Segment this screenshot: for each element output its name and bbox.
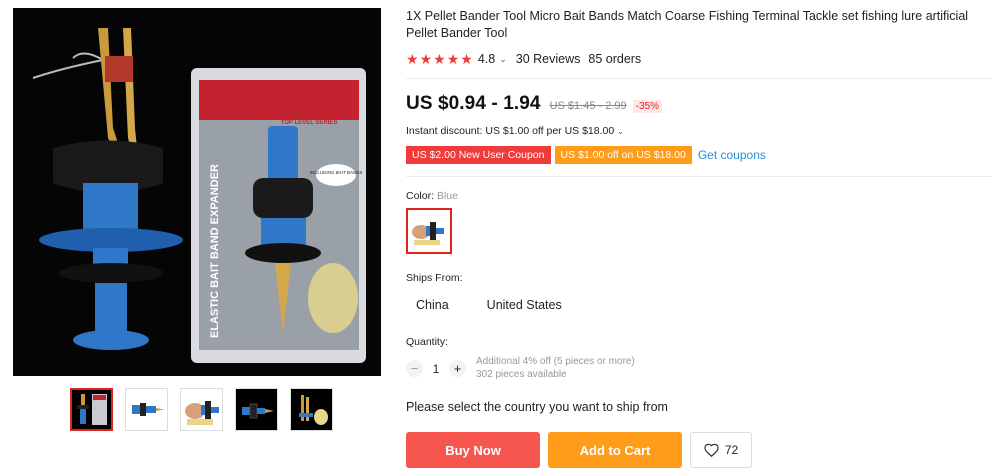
store-coupon[interactable]: US $1.00 off on US $18.00: [554, 146, 692, 164]
swatch-image: [412, 222, 444, 245]
rating-row: ★ ★ ★ ★ ★ 4.8 ⌄ 30 Reviews 85 orders: [406, 52, 992, 66]
star-icon: ★: [406, 51, 419, 67]
add-to-cart-button[interactable]: Add to Cart: [548, 432, 682, 468]
thumbnail-2[interactable]: [125, 388, 168, 431]
product-info: 1X Pellet Bander Tool Micro Bait Bands M…: [406, 8, 992, 468]
ship-option-united-states[interactable]: United States: [477, 298, 572, 312]
quantity-stepper: − 1 + Additional 4% off (5 pieces or mor…: [406, 356, 992, 381]
star-icon: ★: [460, 51, 473, 67]
divider: [406, 78, 992, 79]
thumbnail-5-image: [299, 395, 328, 425]
thumbnail-5[interactable]: [290, 388, 333, 431]
product-title: 1X Pellet Bander Tool Micro Bait Bands M…: [406, 9, 969, 40]
buy-now-button[interactable]: Buy Now: [406, 432, 540, 468]
rating-value[interactable]: 4.8: [478, 52, 495, 66]
divider: [406, 176, 992, 177]
select-country-message: Please select the country you want to sh…: [406, 400, 668, 414]
color-selected-value: Blue: [436, 190, 458, 202]
star-icon: ★: [446, 51, 460, 67]
ships-from-options: China United States: [406, 298, 992, 312]
get-coupons-link[interactable]: Get coupons: [698, 148, 766, 162]
ships-from-label: Ships From:: [406, 272, 463, 284]
quantity-label: Quantity:: [406, 336, 449, 348]
thumbnail-2-image: [132, 403, 164, 416]
price-row: US $0.94 - 1.94 US $1.45 - 2.99 -35%: [406, 93, 992, 115]
star-icon: ★: [433, 51, 446, 67]
package-sticker-text: INCLUDING BAIT BANDS: [310, 170, 363, 175]
color-swatch-blue[interactable]: [406, 208, 452, 254]
color-label-text: Color:: [406, 190, 435, 202]
reviews-link[interactable]: 30 Reviews: [516, 52, 581, 66]
thumbnail-1-image: [77, 394, 107, 425]
color-label: Color: Blue: [406, 190, 992, 202]
heart-icon: [704, 443, 719, 457]
thumbnail-1[interactable]: [70, 388, 113, 431]
thumbnail-strip: [70, 388, 333, 431]
thumbnail-3[interactable]: [180, 388, 223, 431]
original-price: US $1.45 - 2.99: [549, 100, 627, 112]
main-product-image[interactable]: TOP LEVEL SERIES ELASTIC BAIT BAND EXPAN…: [13, 8, 381, 376]
thumbnail-3-image: [185, 401, 219, 425]
action-buttons: Buy Now Add to Cart 72: [406, 432, 992, 468]
wishlist-button[interactable]: 72: [690, 432, 752, 468]
star-icon: ★: [419, 51, 433, 67]
chevron-down-icon[interactable]: ⌄: [499, 54, 507, 65]
bulk-discount-note: Additional 4% off (5 pieces or more): [476, 356, 635, 367]
quantity-input[interactable]: 1: [423, 362, 449, 376]
chevron-down-icon: ⌄: [617, 127, 624, 136]
price-range: US $0.94 - 1.94: [406, 93, 541, 114]
package-brand-strip-text: TOP LEVEL SERIES: [281, 120, 338, 126]
quantity-note: Additional 4% off (5 pieces or more) 302…: [476, 356, 635, 381]
thumbnail-4-image: [242, 403, 274, 419]
ship-option-china[interactable]: China: [406, 298, 459, 312]
thumbnail-4[interactable]: [235, 388, 278, 431]
wishlist-count: 72: [724, 443, 739, 457]
package-side-label: ELASTIC BAIT BAND EXPANDER: [209, 164, 221, 338]
instant-discount[interactable]: Instant discount: US $1.00 off per US $1…: [406, 125, 992, 137]
rating-stars: ★ ★ ★ ★ ★: [406, 52, 473, 66]
instant-discount-text: Instant discount: US $1.00 off per US $1…: [406, 125, 615, 137]
coupon-row: US $2.00 New User Coupon US $1.00 off on…: [406, 146, 992, 164]
new-user-coupon[interactable]: US $2.00 New User Coupon: [406, 146, 551, 164]
product-photo: TOP LEVEL SERIES ELASTIC BAIT BAND EXPAN…: [13, 8, 381, 376]
pieces-available: 302 pieces available: [476, 368, 567, 380]
quantity-decrease-button[interactable]: −: [406, 360, 423, 377]
quantity-increase-button[interactable]: +: [449, 360, 466, 377]
orders-count: 85 orders: [588, 52, 642, 66]
discount-badge: -35%: [632, 100, 663, 113]
